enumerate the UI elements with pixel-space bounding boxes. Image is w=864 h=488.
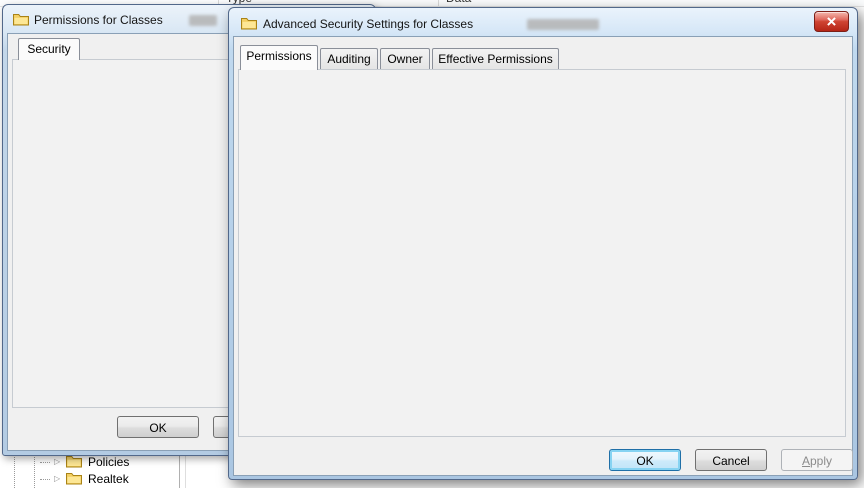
dialog-title: Permissions for Classes <box>34 13 163 27</box>
apply-button[interactable]: Apply <box>781 449 853 471</box>
column-separator <box>438 0 439 6</box>
tree-item-policies[interactable]: ▷ Policies <box>0 454 228 470</box>
close-icon <box>826 17 837 26</box>
folder-icon <box>241 17 257 30</box>
ok-button[interactable]: OK <box>609 449 681 471</box>
dialog-client: Permissions Auditing Owner Effective Per… <box>233 36 853 476</box>
tree-item-label: Realtek <box>88 472 129 486</box>
tab-permissions[interactable]: Permissions <box>240 45 318 70</box>
redacted-text <box>189 15 217 26</box>
folder-icon <box>13 13 29 26</box>
cancel-button[interactable]: Cancel <box>695 449 767 471</box>
dialog-title: Advanced Security Settings for Classes <box>263 17 473 31</box>
close-button[interactable] <box>814 11 849 32</box>
tree-connector <box>40 479 50 480</box>
tab-label: Owner <box>387 52 422 66</box>
tab-label: Effective Permissions <box>438 52 553 66</box>
tab-owner[interactable]: Owner <box>380 48 430 70</box>
permissions-tab-page <box>238 69 846 437</box>
expand-triangle-icon[interactable]: ▷ <box>54 456 60 468</box>
advanced-security-dialog: Advanced Security Settings for Classes P… <box>228 7 858 480</box>
tab-label: Security <box>27 42 70 56</box>
redacted-text <box>527 19 599 30</box>
ok-button[interactable]: OK <box>117 416 199 438</box>
folder-icon <box>66 472 82 488</box>
folder-icon <box>66 455 82 471</box>
tab-label: Permissions <box>246 49 311 63</box>
tree-item-realtek[interactable]: ▷ Realtek <box>0 471 228 487</box>
tab-auditing[interactable]: Auditing <box>320 48 378 70</box>
tab-label: Auditing <box>327 52 370 66</box>
expand-triangle-icon[interactable]: ▷ <box>54 473 60 485</box>
screen: Type Data ▷ Policies ▷ Realtek Per <box>0 0 864 488</box>
tab-effective-permissions[interactable]: Effective Permissions <box>432 48 559 70</box>
tab-security[interactable]: Security <box>18 38 80 60</box>
tree-item-label: Policies <box>88 455 129 469</box>
regedit-column-data[interactable]: Data <box>446 0 471 5</box>
tree-connector <box>40 462 50 463</box>
